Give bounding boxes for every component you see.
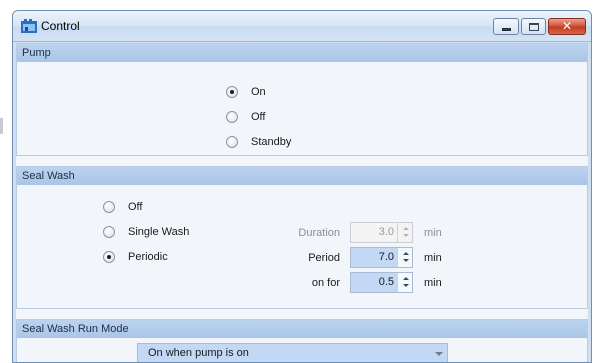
- dropdown-arrow-icon[interactable]: [435, 352, 443, 356]
- close-button[interactable]: ✕: [548, 18, 586, 35]
- spin-up-icon[interactable]: [403, 252, 409, 255]
- pump-heading: Pump: [17, 44, 587, 62]
- pump-option-label: Off: [251, 111, 266, 123]
- spin-up-icon[interactable]: [403, 277, 409, 280]
- spin-down-icon[interactable]: [403, 259, 409, 262]
- radio-checked-icon: [226, 86, 238, 98]
- duration-spinner: 3.0: [350, 222, 413, 243]
- period-spin-buttons[interactable]: [397, 248, 412, 267]
- on-for-label: on for: [311, 277, 340, 289]
- seal-wash-option-label: Periodic: [128, 251, 168, 263]
- spin-down-icon: [403, 234, 409, 237]
- duration-label: Duration: [298, 227, 340, 239]
- window-content: Pump On Off Standby Seal Wash Off Single…: [16, 43, 588, 362]
- pump-section: Pump On Off Standby: [16, 43, 588, 156]
- title-bar[interactable]: Control ✕: [13, 11, 591, 42]
- seal-wash-heading: Seal Wash: [17, 167, 587, 185]
- control-window: Control ✕ Pump On Off Standby Seal Wash …: [12, 10, 592, 363]
- window-title: Control: [41, 19, 80, 33]
- pump-option-label: Standby: [251, 136, 292, 148]
- period-label: Period: [308, 252, 340, 264]
- minimize-icon: [502, 28, 511, 31]
- period-unit: min: [424, 252, 442, 264]
- on-for-spinner[interactable]: 0.5: [350, 272, 413, 293]
- on-for-unit: min: [424, 277, 442, 289]
- spin-down-icon[interactable]: [403, 284, 409, 287]
- maximize-icon: [529, 23, 539, 31]
- pump-option-label: On: [251, 86, 266, 98]
- duration-spin-buttons: [397, 223, 412, 242]
- period-value[interactable]: 7.0: [379, 251, 394, 263]
- radio-unchecked-icon: [103, 226, 115, 238]
- on-for-value[interactable]: 0.5: [379, 276, 394, 288]
- spin-up-icon: [403, 227, 409, 230]
- radio-unchecked-icon: [226, 136, 238, 148]
- on-for-spin-buttons[interactable]: [397, 273, 412, 292]
- app-icon: [21, 19, 37, 33]
- background-window-edge: [0, 118, 3, 134]
- duration-value: 3.0: [378, 226, 394, 238]
- radio-unchecked-icon: [226, 111, 238, 123]
- duration-unit: min: [424, 227, 442, 239]
- run-mode-selected: On when pump is on: [148, 347, 249, 359]
- run-mode-dropdown[interactable]: On when pump is on: [137, 343, 448, 362]
- maximize-button[interactable]: [521, 18, 546, 35]
- run-mode-heading: Seal Wash Run Mode: [17, 320, 587, 338]
- close-icon: ✕: [561, 19, 573, 33]
- seal-wash-section: Seal Wash Off Single Wash Periodic Durat…: [16, 166, 588, 309]
- seal-wash-option-label: Off: [128, 201, 143, 213]
- radio-unchecked-icon: [103, 201, 115, 213]
- seal-wash-option-label: Single Wash: [128, 226, 190, 238]
- run-mode-section: Seal Wash Run Mode On when pump is on: [16, 319, 588, 362]
- minimize-button[interactable]: [493, 18, 519, 35]
- period-spinner[interactable]: 7.0: [350, 247, 413, 268]
- radio-checked-icon: [103, 251, 115, 263]
